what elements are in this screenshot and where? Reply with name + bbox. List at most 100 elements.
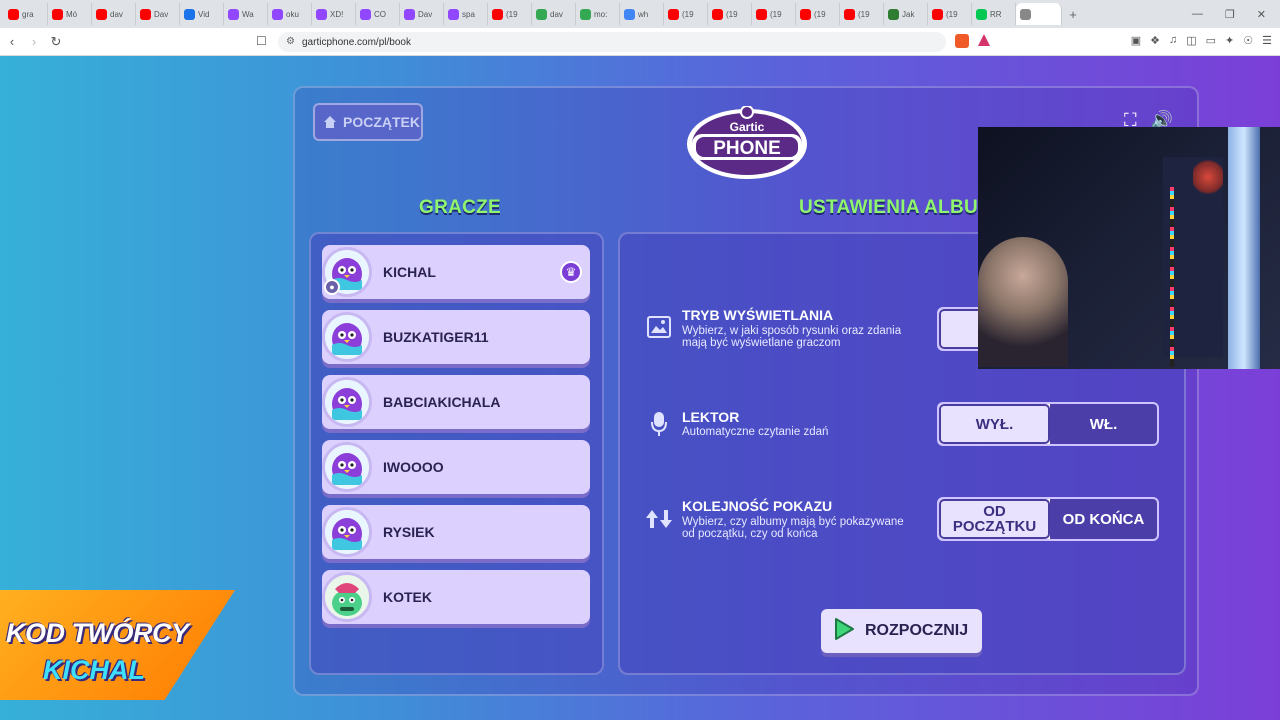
player-row[interactable]: IWOOOO: [322, 440, 590, 494]
browser-tab[interactable]: gra: [4, 3, 48, 25]
tab-label: dav: [110, 9, 123, 19]
svg-text:PHONE: PHONE: [713, 138, 781, 159]
browser-tab[interactable]: [1016, 3, 1062, 25]
tab-favicon-icon: [624, 8, 635, 20]
browser-tab[interactable]: (19: [488, 3, 532, 25]
webcam-light: [1228, 127, 1260, 369]
player-name: KOTEK: [383, 589, 432, 605]
player-row[interactable]: BABCIAKICHALA: [322, 375, 590, 429]
narrator-on-option[interactable]: WŁ.: [1050, 404, 1157, 444]
restore-icon[interactable]: ❐: [1225, 8, 1235, 21]
tab-favicon-icon: [932, 8, 943, 20]
webcam-overlay: [978, 127, 1280, 369]
browser-tab[interactable]: Mó: [48, 3, 92, 25]
browser-tab[interactable]: mo:: [576, 3, 620, 25]
browser-tab[interactable]: (19: [664, 3, 708, 25]
tab-favicon-icon: [580, 8, 591, 20]
tab-label: wh: [638, 9, 649, 19]
new-tab-icon[interactable]: +: [1062, 7, 1084, 22]
browser-tab[interactable]: Wa: [224, 3, 268, 25]
tab-label: Mó: [66, 9, 78, 19]
browser-tab[interactable]: (19: [708, 3, 752, 25]
browser-tab[interactable]: CO: [356, 3, 400, 25]
player-row[interactable]: KOTEK: [322, 570, 590, 624]
tab-label: Wa: [242, 9, 254, 19]
minimize-icon[interactable]: —: [1192, 8, 1203, 20]
bookmark-icon[interactable]: ☐: [256, 34, 267, 48]
translate-icon[interactable]: ▣: [1131, 34, 1141, 47]
browser-tab[interactable]: RR: [972, 3, 1016, 25]
tab-label: gra: [22, 9, 34, 19]
close-icon[interactable]: ✕: [1257, 8, 1266, 21]
leo-icon[interactable]: ✦: [1225, 34, 1234, 47]
home-button[interactable]: POCZĄTEK: [313, 103, 423, 141]
start-button[interactable]: ROZPOCZNIJ: [821, 609, 982, 653]
browser-tab[interactable]: spa: [444, 3, 488, 25]
browser-tab[interactable]: Dav: [400, 3, 444, 25]
narrator-toggle[interactable]: WYŁ. WŁ.: [937, 402, 1159, 446]
browser-tab[interactable]: Jak: [884, 3, 928, 25]
play-icon: [833, 617, 855, 646]
browser-tab[interactable]: (19: [928, 3, 972, 25]
tab-favicon-icon: [976, 8, 987, 20]
url-field[interactable]: ⚙ garticphone.com/pl/book: [278, 32, 946, 52]
start-label: ROZPOCZNIJ: [865, 622, 969, 639]
tab-favicon-icon: [536, 8, 547, 20]
order-toggle[interactable]: OD POCZĄTKU OD KOŃCA: [937, 497, 1159, 541]
tab-favicon-icon: [448, 8, 459, 20]
wallet-icon[interactable]: ▭: [1206, 34, 1216, 47]
tab-label: (19: [946, 9, 958, 19]
tab-favicon-icon: [184, 8, 195, 20]
tab-bar: gra Mó dav Dav Vid Wa oku XD! CO Dav spa (19 dav mo: w…: [0, 0, 1280, 28]
window-controls: — ❐ ✕: [1192, 0, 1280, 28]
tab-favicon-icon: [140, 8, 151, 20]
extensions-bar: ▣ ❖ ♫ ◫ ▭ ✦ ☉ ☰: [1131, 34, 1272, 47]
order-end-option[interactable]: OD KOŃCA: [1050, 499, 1157, 539]
browser-tab[interactable]: (19: [840, 3, 884, 25]
setting-title-display: TRYB WYŚWIETLANIA: [682, 307, 834, 323]
order-start-option[interactable]: OD POCZĄTKU: [939, 499, 1050, 539]
vpn-icon[interactable]: ☉: [1243, 34, 1253, 47]
browser-tab[interactable]: (19: [796, 3, 840, 25]
tab-favicon-icon: [492, 8, 503, 20]
browser-tab[interactable]: dav: [92, 3, 136, 25]
tab-favicon-icon: [756, 8, 767, 20]
reload-icon[interactable]: ↻: [46, 34, 66, 50]
browser-tab[interactable]: Dav: [136, 3, 180, 25]
back-icon[interactable]: ‹: [2, 34, 22, 49]
brave-rewards-icon[interactable]: [978, 34, 990, 46]
player-row[interactable]: RYSIEK: [322, 505, 590, 559]
home-icon: [323, 115, 337, 129]
extensions-icon[interactable]: ❖: [1150, 34, 1160, 47]
tab-label: (19: [858, 9, 870, 19]
browser-tab[interactable]: Vid: [180, 3, 224, 25]
brave-shield-icon[interactable]: [955, 34, 969, 48]
narrator-off-option[interactable]: WYŁ.: [939, 404, 1050, 444]
player-name: KICHAL: [383, 264, 436, 280]
tab-favicon-icon: [316, 8, 327, 20]
media-icon[interactable]: ♫: [1169, 34, 1177, 47]
tab-label: (19: [506, 9, 518, 19]
site-info-icon[interactable]: ⚙: [286, 36, 295, 47]
avatar: [322, 442, 372, 492]
player-row[interactable]: BUZKATIGER11: [322, 310, 590, 364]
browser-tab[interactable]: oku: [268, 3, 312, 25]
browser-tab[interactable]: XD!: [312, 3, 356, 25]
sidebar-icon[interactable]: ◫: [1186, 34, 1196, 47]
setting-desc-display: Wybierz, w jaki sposób rysunki oraz zdan…: [682, 325, 902, 349]
browser-tab[interactable]: (19: [752, 3, 796, 25]
browser-tab[interactable]: wh: [620, 3, 664, 25]
player-row[interactable]: KICHAL ♛ ●: [322, 245, 590, 299]
tab-label: XD!: [330, 9, 344, 19]
forward-icon[interactable]: ›: [24, 34, 44, 49]
tab-label: Dav: [154, 9, 169, 19]
tab-label: dav: [550, 9, 563, 19]
browser-tab[interactable]: dav: [532, 3, 576, 25]
tab-favicon-icon: [712, 8, 723, 20]
tab-favicon-icon: [800, 8, 811, 20]
setting-title-order: KOLEJNOŚĆ POKAZU: [682, 498, 833, 514]
menu-icon[interactable]: ☰: [1262, 34, 1272, 47]
avatar: [322, 377, 372, 427]
tab-label: Dav: [418, 9, 433, 19]
player-name: IWOOOO: [383, 459, 444, 475]
